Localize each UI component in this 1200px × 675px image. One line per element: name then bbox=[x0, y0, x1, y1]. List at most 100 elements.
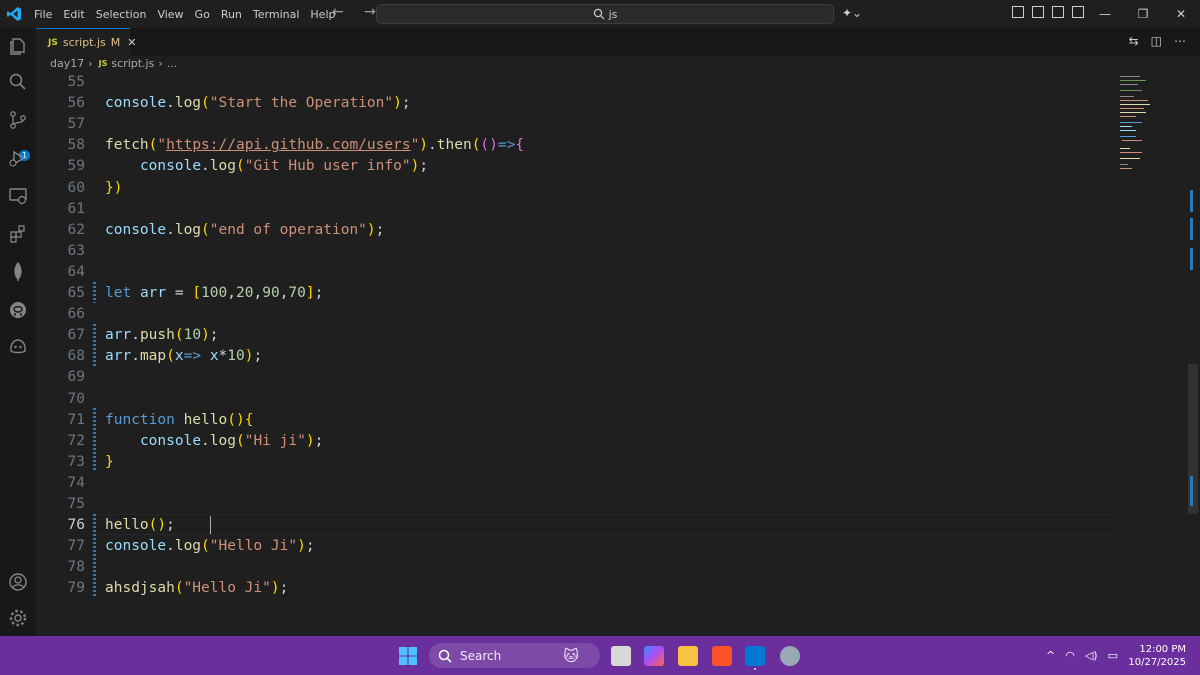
code-line[interactable]: 55 bbox=[36, 74, 1116, 93]
copilot-menu-icon[interactable]: ✦⌄ bbox=[842, 6, 862, 20]
menu-edit[interactable]: Edit bbox=[63, 8, 84, 21]
command-center[interactable]: js bbox=[376, 4, 834, 24]
toggle-sidebar-icon[interactable] bbox=[1032, 6, 1044, 18]
code-line[interactable]: 79 ahsdjsah("Hello Ji"); bbox=[36, 578, 1116, 599]
clock-time: 12:00 PM bbox=[1139, 644, 1186, 655]
more-actions-icon[interactable]: ⋯ bbox=[1174, 34, 1186, 48]
close-window-icon[interactable]: ✕ bbox=[1162, 7, 1200, 21]
breadcrumb-file[interactable]: script.js bbox=[111, 57, 154, 70]
code-text: console.log("Git Hub user info"); bbox=[139, 158, 429, 175]
file-explorer-icon[interactable] bbox=[678, 646, 698, 666]
github-icon[interactable] bbox=[8, 300, 28, 320]
brave-browser-icon[interactable] bbox=[712, 646, 732, 666]
breadcrumb-more[interactable]: ... bbox=[167, 57, 178, 70]
minimize-icon[interactable]: — bbox=[1086, 7, 1124, 21]
line-number: 59 bbox=[67, 158, 85, 175]
search-icon[interactable] bbox=[8, 72, 28, 92]
remote-explorer-icon[interactable] bbox=[8, 186, 28, 206]
taskbar-search[interactable]: Search 🐱 bbox=[429, 643, 600, 668]
taskbar-clock[interactable]: 12:00 PM 10/27/2025 bbox=[1126, 643, 1186, 669]
code-line[interactable]: 66 bbox=[36, 304, 1116, 325]
open-changes-icon[interactable]: ⇆ bbox=[1129, 34, 1139, 48]
code-line[interactable]: 65 let arr = [100,20,90,70]; bbox=[36, 283, 1116, 304]
search-icon bbox=[593, 8, 605, 20]
code-line[interactable]: 76 hello(); bbox=[36, 515, 1116, 536]
wifi-icon[interactable]: ◠ bbox=[1065, 649, 1075, 662]
volume-icon[interactable]: ◁) bbox=[1085, 649, 1098, 662]
account-icon[interactable] bbox=[8, 572, 28, 592]
menu-file[interactable]: File bbox=[34, 8, 52, 21]
code-line[interactable]: 68 arr.map(x=> x*10); bbox=[36, 346, 1116, 367]
search-icon bbox=[438, 649, 452, 663]
close-tab-icon[interactable]: ✕ bbox=[127, 36, 136, 49]
windows-start-icon[interactable] bbox=[399, 647, 417, 665]
code-line[interactable]: 56 console.log("Start the Operation"); bbox=[36, 93, 1116, 114]
line-number: 65 bbox=[67, 285, 85, 301]
code-line[interactable]: 70 bbox=[36, 389, 1116, 410]
tray-chevron-icon[interactable]: ^ bbox=[1046, 649, 1055, 662]
copilot-app-icon[interactable] bbox=[644, 646, 664, 666]
code-line[interactable]: 63 bbox=[36, 241, 1116, 262]
settings-icon[interactable] bbox=[8, 608, 28, 628]
code-text: }) bbox=[105, 179, 123, 196]
code-line[interactable]: 73} bbox=[36, 452, 1116, 473]
code-line[interactable]: 69 bbox=[36, 367, 1116, 388]
code-text: ahsdjsah("Hello Ji"); bbox=[105, 580, 289, 597]
windows-taskbar: Search 🐱 ^ ◠ ◁) ▭ 12:00 PM 10/27/2025 bbox=[0, 636, 1200, 675]
line-number: 58 bbox=[67, 137, 85, 154]
vscode-taskbar-icon[interactable] bbox=[745, 646, 765, 666]
menu-go[interactable]: Go bbox=[195, 8, 210, 21]
code-editor[interactable]: 55 56 console.log("Start the Operation"); 5… bbox=[36, 74, 1200, 636]
line-number: 66 bbox=[67, 306, 85, 323]
line-number: 76 bbox=[67, 517, 85, 534]
code-text: console.log("end of operation"); bbox=[105, 221, 385, 238]
line-number: 63 bbox=[67, 242, 85, 259]
code-line[interactable]: 64 bbox=[36, 262, 1116, 283]
code-line[interactable]: 59 console.log("Git Hub user info"); bbox=[36, 156, 1116, 177]
task-view-icon[interactable] bbox=[611, 646, 631, 666]
code-line[interactable]: 71 function hello(){ bbox=[36, 410, 1116, 431]
layout-controls bbox=[1012, 6, 1084, 18]
code-line[interactable]: 74 bbox=[36, 473, 1116, 494]
restore-icon[interactable]: ❐ bbox=[1124, 7, 1162, 21]
settings-app-icon[interactable] bbox=[780, 646, 800, 666]
source-control-icon[interactable] bbox=[8, 110, 28, 130]
copilot-icon[interactable] bbox=[8, 336, 28, 356]
menu-terminal[interactable]: Terminal bbox=[253, 8, 300, 21]
battery-icon[interactable]: ▭ bbox=[1108, 649, 1118, 662]
split-editor-icon[interactable]: ◫ bbox=[1151, 34, 1162, 48]
menu-run[interactable]: Run bbox=[221, 8, 242, 21]
code-line[interactable]: 77 console.log("Hello Ji"); bbox=[36, 536, 1116, 557]
modified-gutter-marker bbox=[93, 408, 96, 471]
breadcrumb: day17 › JS script.js › ... bbox=[50, 57, 177, 70]
code-line[interactable]: 72 console.log("Hi ji"); bbox=[36, 431, 1116, 452]
code-line[interactable]: 60}) bbox=[36, 178, 1116, 199]
line-number: 75 bbox=[67, 496, 85, 512]
code-text: arr.push(10); bbox=[105, 327, 219, 344]
tab-script-js[interactable]: JS script.js M ✕ bbox=[36, 28, 137, 56]
code-line[interactable]: 57 bbox=[36, 114, 1116, 135]
explorer-icon[interactable] bbox=[8, 36, 28, 56]
code-line[interactable]: 62 console.log("end of operation"); bbox=[36, 220, 1116, 241]
toggle-secondary-sidebar-icon[interactable] bbox=[1072, 6, 1084, 18]
chevron-right-icon: › bbox=[158, 57, 163, 70]
code-line[interactable]: 75 bbox=[36, 494, 1116, 515]
code-line[interactable]: 58 fetch("https://api.github.com/users").… bbox=[36, 135, 1116, 156]
code-line[interactable]: 67 arr.push(10); bbox=[36, 325, 1116, 346]
menu-view[interactable]: View bbox=[157, 8, 183, 21]
extensions-icon[interactable] bbox=[8, 224, 28, 244]
code-line[interactable]: 78 bbox=[36, 557, 1116, 578]
minimap[interactable] bbox=[1116, 74, 1186, 194]
customize-layout-icon[interactable] bbox=[1012, 6, 1024, 18]
code-text: console.log("Start the Operation"); bbox=[105, 95, 411, 112]
run-debug-icon[interactable] bbox=[8, 148, 28, 168]
command-center-label: js bbox=[608, 7, 618, 21]
line-number: 77 bbox=[67, 538, 85, 555]
modified-gutter-marker bbox=[93, 324, 96, 366]
breadcrumb-folder[interactable]: day17 bbox=[50, 57, 84, 70]
toggle-panel-icon[interactable] bbox=[1052, 6, 1064, 18]
menu-selection[interactable]: Selection bbox=[96, 8, 147, 21]
line-number: 68 bbox=[67, 348, 85, 365]
mongodb-icon[interactable] bbox=[8, 262, 28, 282]
code-line[interactable]: 61 bbox=[36, 199, 1116, 220]
